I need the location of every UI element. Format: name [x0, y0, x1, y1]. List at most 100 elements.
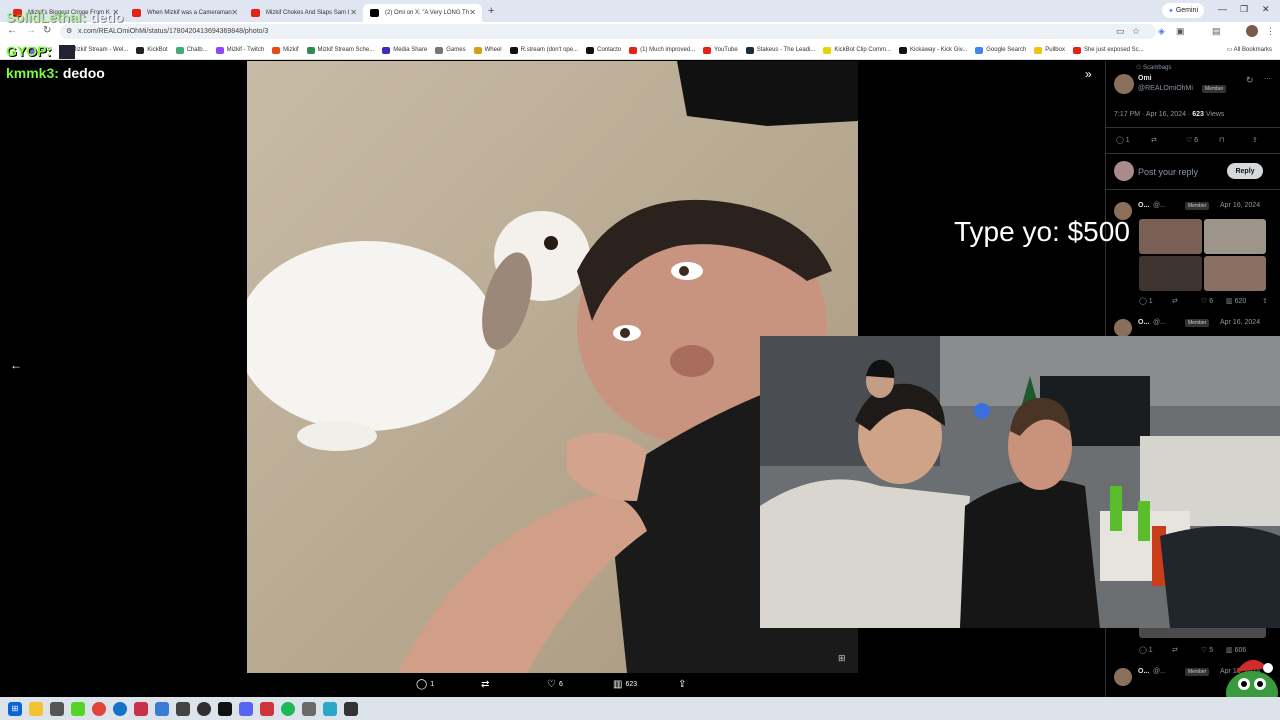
- author-name[interactable]: Omi: [1138, 75, 1152, 82]
- bookmark-item[interactable]: Kickaway - Kick Giv...: [899, 46, 967, 54]
- extension-icon[interactable]: ◈: [1158, 26, 1165, 37]
- bookmark-item[interactable]: Contacto: [586, 46, 621, 54]
- bookmark-item[interactable]: Mizkif Stream Sche...: [306, 46, 374, 54]
- extensions-puzzle-icon[interactable]: ▣: [1176, 26, 1185, 37]
- close-tab-icon[interactable]: ✕: [231, 8, 238, 17]
- photo-reply-count: 1: [430, 680, 435, 688]
- media-thumbnail[interactable]: [1203, 219, 1266, 254]
- close-tab-icon[interactable]: ✕: [469, 8, 476, 17]
- bookmark-star-icon[interactable]: ☆: [1132, 26, 1140, 37]
- bookmark-item[interactable]: R.stream (don't ope...: [509, 46, 578, 54]
- media-thumbnail[interactable]: [1139, 219, 1202, 254]
- share-icon[interactable]: ⇪: [1262, 297, 1268, 305]
- reply-submit-button[interactable]: Reply: [1227, 163, 1263, 179]
- start-menu-icon[interactable]: ⊞: [8, 701, 22, 716]
- maximize-button[interactable]: ❐: [1240, 4, 1248, 15]
- previous-photo-arrow-icon[interactable]: ←: [10, 358, 22, 372]
- bookmark-item[interactable]: Mizkif: [272, 46, 299, 54]
- bookmark-item[interactable]: Pullbox: [1034, 46, 1065, 54]
- chrome-icon[interactable]: [92, 701, 106, 716]
- bookmark-item[interactable]: YouTube: [703, 46, 738, 54]
- kick-icon[interactable]: [71, 701, 85, 716]
- bookmark-item[interactable]: (1) Much improved...: [629, 46, 695, 54]
- close-tab-icon[interactable]: ✕: [350, 8, 357, 17]
- file-explorer-icon[interactable]: [29, 701, 43, 716]
- photo-like-button[interactable]: ♡ 6: [547, 676, 563, 692]
- reply-avatar[interactable]: [1114, 668, 1132, 686]
- reply-avatar[interactable]: [1114, 319, 1132, 337]
- bookmark-item[interactable]: Games: [435, 46, 466, 54]
- app-icon[interactable]: [176, 701, 190, 716]
- app-icon[interactable]: [50, 701, 64, 716]
- browser-tab[interactable]: (2) Omi on X: "A Very LONG Th ✕: [363, 3, 482, 22]
- reply-author[interactable]: O...: [1138, 202, 1149, 209]
- divider: [1106, 153, 1280, 154]
- bookmark-item[interactable]: Mizkif - Twitch: [215, 46, 264, 54]
- retweet-icon[interactable]: ⇄: [1151, 136, 1157, 144]
- app-icon[interactable]: [218, 701, 232, 716]
- alt-text-icon[interactable]: ⊞: [838, 653, 846, 664]
- bookmark-favicon-icon: [136, 46, 145, 54]
- bookmark-item[interactable]: KickBot: [136, 46, 168, 54]
- reply-media-grid[interactable]: [1139, 219, 1266, 291]
- retweet-icon[interactable]: ⇄: [1172, 297, 1178, 305]
- app-icon[interactable]: [134, 701, 148, 716]
- views-button[interactable]: ▥ 620: [1226, 297, 1246, 305]
- like-button[interactable]: ♡ 6: [1201, 297, 1213, 305]
- edge-icon[interactable]: [113, 701, 127, 716]
- browser-tab[interactable]: When Mizkif was a Cameraman ✕: [125, 4, 244, 22]
- reply-count-button[interactable]: ◯ 1: [1139, 297, 1153, 305]
- spotify-icon[interactable]: [281, 701, 295, 716]
- app-icon[interactable]: [323, 701, 337, 716]
- bookmark-item[interactable]: Media Share: [382, 46, 427, 54]
- reply-input[interactable]: Post your reply: [1138, 167, 1198, 177]
- profile-avatar[interactable]: [1246, 25, 1258, 37]
- reply-author[interactable]: O...: [1138, 668, 1149, 675]
- photo-retweet-button[interactable]: ⇄: [481, 676, 492, 692]
- bookmark-item[interactable]: She just exposed Sc...: [1072, 46, 1144, 54]
- photo-views-button[interactable]: ▥ 623: [613, 676, 637, 692]
- bookmark-item[interactable]: Google Search: [975, 46, 1026, 54]
- bookmark-item[interactable]: Wheel: [473, 46, 502, 54]
- app-icon[interactable]: [260, 701, 274, 716]
- reply-author[interactable]: O...: [1138, 319, 1149, 326]
- new-tab-button[interactable]: +: [488, 5, 494, 17]
- bookmark-item[interactable]: Stakeus - The Leadi...: [745, 46, 815, 54]
- like-button[interactable]: ♡ 5: [1201, 646, 1213, 654]
- share-icon[interactable]: ⇪: [1252, 136, 1258, 144]
- gemini-label: Gemini: [1175, 7, 1199, 14]
- app-icon[interactable]: [344, 701, 358, 716]
- author-handle[interactable]: @REALOmiOhMi: [1138, 85, 1193, 92]
- sidepanel-icon[interactable]: ▤: [1212, 26, 1221, 37]
- author-avatar[interactable]: [1114, 74, 1134, 94]
- reply-handle: @...: [1153, 668, 1166, 675]
- media-thumbnail[interactable]: [1139, 256, 1202, 291]
- discord-icon[interactable]: [239, 701, 253, 716]
- cast-icon[interactable]: ▭: [1116, 26, 1125, 37]
- obs-icon[interactable]: [197, 701, 211, 716]
- share-icon: ⇪: [678, 678, 687, 690]
- photo-share-button[interactable]: ⇪: [678, 676, 689, 692]
- more-options-icon[interactable]: ⋯: [1264, 75, 1271, 83]
- menu-kebab-icon[interactable]: ⋮: [1266, 26, 1275, 37]
- minimize-button[interactable]: —: [1218, 4, 1227, 14]
- bookmark-item[interactable]: KickBot Clip Comm...: [823, 46, 891, 54]
- like-button[interactable]: ♡ 6: [1186, 136, 1198, 144]
- browser-tab[interactable]: Mizkif Chokes And Slaps Sam I ✕: [244, 4, 363, 22]
- close-window-button[interactable]: ✕: [1262, 4, 1270, 15]
- media-thumbnail[interactable]: [1203, 256, 1266, 291]
- collapse-sidebar-icon[interactable]: »: [1085, 67, 1092, 81]
- retweet-icon[interactable]: ⇄: [1172, 646, 1178, 654]
- app-icon[interactable]: [302, 701, 316, 716]
- gemini-button[interactable]: ✦ Gemini: [1162, 3, 1204, 18]
- photo-reply-button[interactable]: ◯ 1: [416, 676, 434, 692]
- reply-count-button[interactable]: ◯ 1: [1139, 646, 1153, 654]
- address-bar[interactable]: ⚙ x.com/REALOmiOhMi/status/1780420413694…: [60, 24, 1156, 39]
- grok-icon[interactable]: ↻: [1246, 75, 1254, 86]
- bookmark-item[interactable]: Chatb...: [175, 46, 208, 54]
- bookmark-icon[interactable]: ⊓: [1219, 136, 1224, 144]
- app-icon[interactable]: [155, 701, 169, 716]
- views-label: Views: [1205, 111, 1225, 118]
- all-bookmarks-button[interactable]: ▭ All Bookmarks: [1227, 46, 1272, 53]
- reply-count-button[interactable]: ◯ 1: [1116, 136, 1130, 144]
